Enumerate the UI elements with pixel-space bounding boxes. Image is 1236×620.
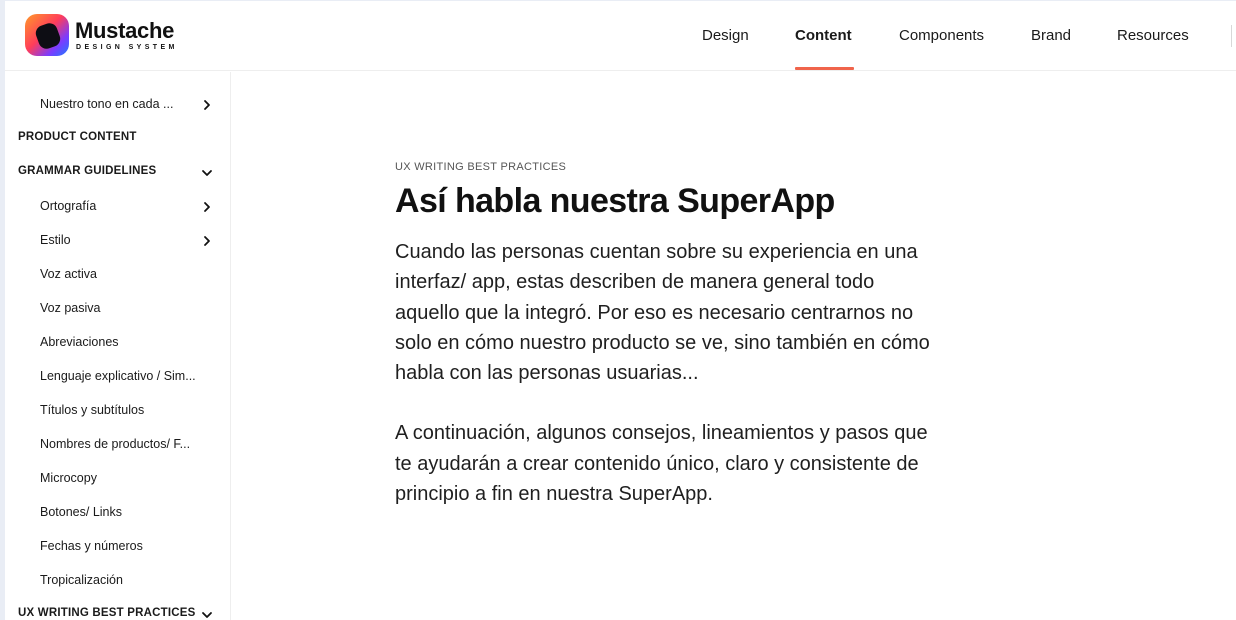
sidebar-item-label: Títulos y subtítulos — [40, 403, 145, 417]
sidebar-item-label: PRODUCT CONTENT — [18, 131, 137, 143]
intro-paragraph-2: A continuación, algunos consejos, lineam… — [395, 422, 928, 506]
app-window: Mustache DESIGN SYSTEM Design Content Co… — [0, 0, 1236, 620]
active-tab-indicator — [795, 67, 854, 70]
sidebar-item-nombres-productos[interactable]: Nombres de productos/ F... — [5, 428, 231, 462]
sidebar-item-label: UX WRITING BEST PRACTICES — [18, 607, 196, 619]
sidebar-item-tropicalizacion[interactable]: Tropicalización — [5, 564, 231, 598]
page-title: Así habla nuestra SuperApp — [395, 182, 835, 220]
sidebar-section-product-content[interactable]: PRODUCT CONTENT — [5, 122, 231, 156]
sidebar-item-ortografia[interactable]: Ortografía — [5, 190, 231, 224]
sidebar-item-label: Voz activa — [40, 267, 97, 281]
main-content: UX WRITING BEST PRACTICES Así habla nues… — [395, 161, 935, 509]
tab-design[interactable]: Design — [702, 27, 749, 44]
sidebar-section-ux-writing[interactable]: UX WRITING BEST PRACTICES — [5, 598, 231, 620]
chevron-right-icon — [200, 200, 214, 214]
sidebar-item-estilo[interactable]: Estilo — [5, 224, 231, 258]
sidebar-item-label: Lenguaje explicativo / Sim... — [40, 369, 196, 383]
sidebar-item-label: GRAMMAR GUIDELINES — [18, 165, 157, 177]
sidebar-item-label: Nombres de productos/ F... — [40, 437, 191, 451]
sidebar-item-label: Ortografía — [40, 199, 97, 213]
main-nav: Design Content Components Brand Resource… — [5, 1, 1236, 71]
sidebar-section-grammar-guidelines[interactable]: GRAMMAR GUIDELINES — [5, 156, 231, 190]
tab-resources[interactable]: Resources — [1117, 27, 1189, 44]
sidebar-item-microcopy[interactable]: Microcopy — [5, 462, 231, 496]
sidebar-item-voz-activa[interactable]: Voz activa — [5, 258, 231, 292]
sidebar-item-abreviaciones[interactable]: Abreviaciones — [5, 326, 231, 360]
chevron-down-icon — [200, 608, 214, 620]
chevron-right-icon — [200, 234, 214, 248]
chevron-right-icon — [200, 98, 214, 112]
sidebar-item-label: Microcopy — [40, 471, 97, 485]
tab-content[interactable]: Content — [795, 27, 852, 44]
top-header: Mustache DESIGN SYSTEM Design Content Co… — [5, 1, 1236, 71]
chevron-down-icon — [200, 166, 214, 180]
sidebar-item-titulos-subtitulos[interactable]: Títulos y subtítulos — [5, 394, 231, 428]
tab-components[interactable]: Components — [899, 27, 984, 44]
sidebar-item-label: Voz pasiva — [40, 301, 101, 315]
intro-paragraph: Cuando las personas cuentan sobre su exp… — [395, 241, 930, 385]
sidebar-item-nuestro-tono[interactable]: Nuestro tono en cada ... — [5, 88, 231, 122]
sidebar-item-label: Nuestro tono en cada ... — [40, 97, 174, 111]
sidebar-item-label: Botones/ Links — [40, 505, 122, 519]
sidebar: Nuestro tono en cada ... PRODUCT CONTENT… — [5, 72, 231, 620]
tab-brand[interactable]: Brand — [1031, 27, 1071, 44]
sidebar-item-botones-links[interactable]: Botones/ Links — [5, 496, 231, 530]
nav-divider — [1231, 25, 1232, 47]
sidebar-item-voz-pasiva[interactable]: Voz pasiva — [5, 292, 231, 326]
sidebar-item-label: Fechas y números — [40, 539, 143, 553]
sidebar-item-label: Estilo — [40, 233, 71, 247]
sidebar-item-label: Abreviaciones — [40, 335, 119, 349]
sidebar-item-fechas-numeros[interactable]: Fechas y números — [5, 530, 231, 564]
page-eyebrow: UX WRITING BEST PRACTICES — [395, 161, 567, 173]
sidebar-item-label: Tropicalización — [40, 573, 123, 587]
sidebar-item-lenguaje-explicativo[interactable]: Lenguaje explicativo / Sim... — [5, 360, 231, 394]
